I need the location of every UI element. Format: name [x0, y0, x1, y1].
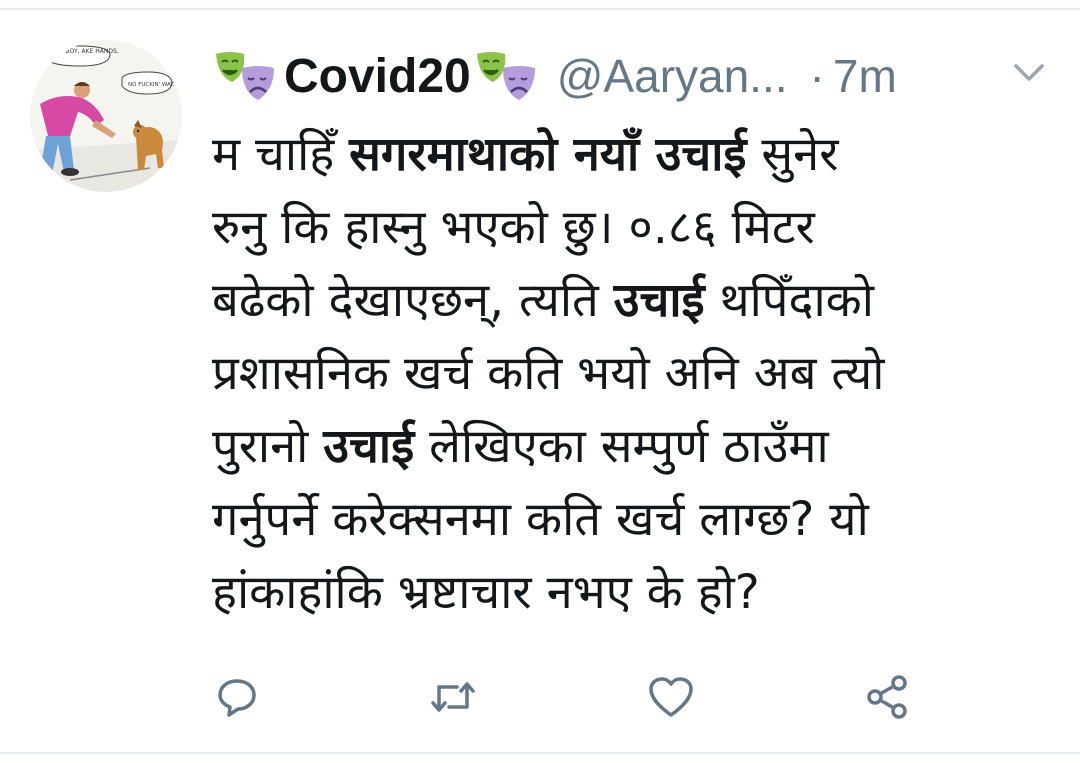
avatar-speech-left: ... BOY, AKE HANDS.	[58, 48, 119, 55]
chevron-down-icon[interactable]	[1012, 60, 1046, 86]
tweet-text-bold: उचाई	[613, 273, 705, 328]
retweet-icon	[431, 682, 475, 712]
tweet-actions	[212, 672, 932, 722]
tweet-text-segment: म चाहिँ	[212, 127, 350, 182]
tweet-text-line: प्रशासनिक खर्च कति भयो अनि अब त्यो	[212, 337, 1042, 410]
reply-button[interactable]	[212, 672, 262, 722]
tweet-text-bold: सगरमाथाको नयाँ उचाई	[349, 127, 747, 182]
reply-icon	[218, 679, 256, 717]
tweet-text-bold: उचाई	[323, 419, 415, 474]
bottom-divider	[0, 752, 1080, 754]
tweet-text-segment: प्रशासनिक खर्च कति भयो अनि अब त्यो	[212, 346, 885, 401]
tweet-text: म चाहिँ सगरमाथाको नयाँ उचाई सुनेर रुनु कि…	[212, 118, 1042, 629]
tweet-text-segment: पुरानो	[212, 419, 324, 474]
tweet-text-line: गर्नुपर्ने करेक्सनमा कति खर्च लाग्छ? यो	[212, 483, 1042, 556]
top-divider	[0, 8, 1080, 10]
theater-masks-icon	[476, 52, 535, 100]
tweet-text-segment: गर्नुपर्ने करेक्सनमा कति खर्च लाग्छ? यो	[212, 492, 869, 547]
tweet-text-line: पुरानो उचाई लेखिएका सम्पुर्ण ठाउँमा	[212, 410, 1042, 483]
retweet-button[interactable]	[428, 672, 478, 722]
avatar[interactable]: ... BOY, AKE HANDS. NO FUCKIN' WAY.	[30, 40, 182, 192]
tweet-header: Covid20 @Aaryan... · 7m	[212, 44, 1052, 108]
tweet-text-line: बढेको देखाएछन्, त्यति उचाई थपिँदाको	[212, 264, 1042, 337]
tweet-text-line: रुनु कि हास्नु भएको छु। ०.८६ मिटर	[212, 191, 1042, 264]
tweet-text-segment: लेखिएका सम्पुर्ण ठाउँमा	[414, 419, 829, 474]
user-handle[interactable]: @Aaryan...	[557, 49, 788, 103]
like-button[interactable]	[646, 672, 696, 722]
display-name[interactable]: Covid20	[284, 49, 471, 104]
avatar-speech-right: NO FUCKIN' WAY.	[128, 82, 175, 88]
tweet-text-segment: हांकाहांकि भ्रष्टाचार नभए के हो?	[212, 565, 760, 620]
tweet-text-line: म चाहिँ सगरमाथाको नयाँ उचाई सुनेर	[212, 118, 1042, 191]
share-button[interactable]	[862, 672, 912, 722]
tweet-text-segment: थपिँदाको	[704, 273, 874, 328]
theater-masks-icon	[216, 52, 274, 100]
tweet-text-line: हांकाहांकि भ्रष्टाचार नभए के हो?	[212, 556, 1042, 629]
separator-dot: ·	[809, 50, 825, 102]
timestamp[interactable]: 7m	[833, 49, 897, 103]
heart-icon	[649, 677, 693, 717]
tweet-text-segment: सुनेर	[746, 127, 839, 182]
avatar-cartoon: ... BOY, AKE HANDS. NO FUCKIN' WAY.	[30, 40, 182, 192]
tweet-text-segment: बढेको देखाएछन्, त्यति	[212, 273, 614, 328]
share-icon	[867, 675, 907, 719]
tweet-text-segment: रुनु कि हास्नु भएको छु। ०.८६ मिटर	[212, 200, 815, 255]
